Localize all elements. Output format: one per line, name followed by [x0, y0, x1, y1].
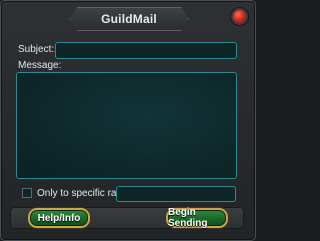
close-icon[interactable]	[233, 10, 246, 23]
window-title: GuildMail	[101, 12, 157, 26]
message-label: Message:	[18, 60, 62, 71]
help-info-button[interactable]: Help/Info	[28, 208, 90, 228]
title-tab: GuildMail	[69, 7, 189, 31]
rank-checkbox[interactable]	[22, 188, 32, 198]
message-textarea[interactable]	[16, 72, 237, 179]
rank-input[interactable]	[116, 186, 236, 202]
begin-sending-button[interactable]: Begin Sending	[166, 207, 228, 229]
subject-input[interactable]	[55, 42, 237, 59]
subject-label: Subject:	[18, 44, 55, 55]
